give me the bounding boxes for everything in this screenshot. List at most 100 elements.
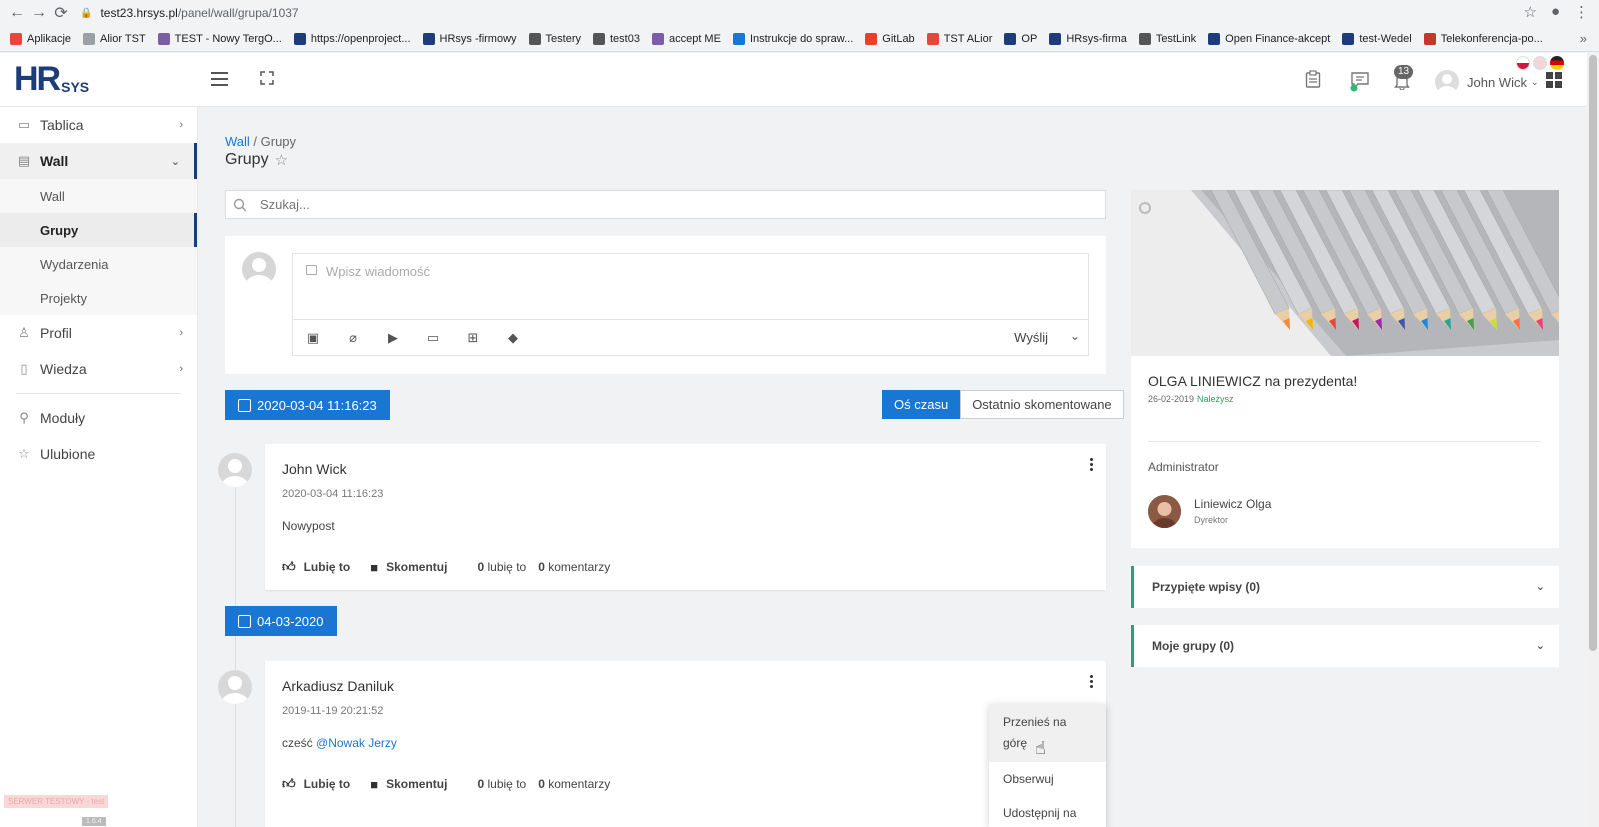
bookmark-label: Instrukcje do spraw...	[749, 32, 854, 45]
bookmark-item[interactable]: TST ALior	[926, 32, 993, 45]
image-icon[interactable]: ▣	[293, 330, 333, 346]
comment-button[interactable]: ■ Skomentuj	[370, 777, 447, 792]
app-header: HR SYS 13 John Wick ⌄	[0, 53, 1587, 107]
bookmark-item[interactable]: OP	[1004, 32, 1037, 45]
like-button[interactable]: 👍︎ Lubię to	[282, 776, 350, 792]
back-icon[interactable]: ←	[6, 4, 28, 22]
send-button[interactable]: Wyślij	[1014, 330, 1048, 345]
bookmark-item[interactable]: TEST - Nowy TergO...	[157, 32, 282, 45]
user-name: John Wick	[1467, 74, 1527, 90]
browser-toolbar: ← → ⟳ 🔒 test23.hrsys.pl/panel/wall/grupa…	[0, 0, 1599, 26]
more-options-icon[interactable]	[1090, 675, 1094, 690]
bookmark-star-icon[interactable]: ☆	[1523, 3, 1536, 21]
attachment-icon[interactable]: ⌀	[333, 330, 373, 346]
bookmark-label: TEST - Nowy TergO...	[174, 32, 282, 45]
sidebar-item-profil[interactable]: ♙ Profil ›	[0, 315, 197, 351]
sidebar-sub-grupy[interactable]: Grupy	[0, 213, 197, 247]
sidebar-sub-wydarzenia[interactable]: Wydarzenia	[0, 247, 197, 281]
page-scrollbar[interactable]	[1587, 53, 1599, 827]
post-author[interactable]: Arkadiusz Daniluk	[282, 678, 394, 694]
menu-item-follow[interactable]: Obserwuj	[989, 762, 1106, 796]
search-input[interactable]	[256, 197, 1056, 212]
bookmark-item[interactable]: TestLink	[1138, 32, 1197, 45]
bookmark-item[interactable]: GitLab	[865, 32, 915, 45]
user-icon: ♙	[18, 325, 30, 340]
comment-icon: ■	[370, 776, 379, 792]
search-icon	[233, 198, 247, 211]
sidebar-item-tablica[interactable]: ▭ Tablica ›	[0, 107, 197, 143]
divider	[1148, 441, 1541, 442]
sidebar-sub-wall[interactable]: Wall	[0, 179, 197, 213]
bookmark-item[interactable]: https://openproject...	[293, 32, 411, 45]
bookmark-item[interactable]: Telekonferencja-po...	[1423, 32, 1543, 45]
message-input[interactable]: Wpisz wiadomość	[292, 253, 1089, 319]
more-bookmarks-icon[interactable]: »	[1580, 31, 1587, 46]
sidebar-item-wiedza[interactable]: ▯ Wiedza ›	[0, 351, 197, 387]
fullscreen-icon[interactable]	[260, 71, 274, 85]
bookmark-item[interactable]: Instrukcje do spraw...	[732, 32, 854, 45]
clipboard-icon[interactable]	[1305, 70, 1321, 88]
more-options-icon[interactable]	[1090, 458, 1094, 473]
url-host: test23.hrsys.pl	[100, 6, 178, 20]
tag-icon[interactable]: ◆	[493, 330, 533, 346]
server-label: SERWER TESTOWY - test	[4, 795, 109, 808]
reload-icon[interactable]: ⟳	[50, 3, 72, 23]
sort-toggle: Oś czasu Ostatnio skomentowane	[882, 390, 1124, 419]
admin-avatar[interactable]	[1148, 495, 1181, 528]
bookmark-item[interactable]: Aplikacje	[10, 32, 72, 45]
breadcrumb-link-wall[interactable]: Wall	[225, 134, 250, 149]
bookmark-label: TST ALior	[943, 32, 993, 45]
bookmark-label: Aplikacje	[27, 32, 72, 45]
english-flag-icon[interactable]	[1533, 56, 1547, 70]
chevron-down-icon[interactable]: ⌄	[1070, 329, 1080, 343]
chat-icon[interactable]	[1349, 70, 1371, 92]
menu-toggle-icon[interactable]	[211, 72, 228, 90]
apps-grid-icon[interactable]	[1546, 72, 1562, 88]
scrollbar-thumb[interactable]	[1589, 55, 1597, 651]
accordion-pinned-posts[interactable]: Przypięte wpisy (0) ⌄	[1131, 566, 1559, 608]
bookmark-item[interactable]: test03	[593, 32, 640, 45]
browser-menu-icon[interactable]: ⋮	[1574, 3, 1589, 21]
admin-label: Administrator	[1148, 460, 1219, 474]
hrsys-logo[interactable]: HR SYS	[14, 62, 89, 96]
bookmark-item[interactable]: test-Wedel	[1342, 32, 1412, 45]
post-author[interactable]: John Wick	[282, 461, 347, 477]
german-flag-icon[interactable]	[1550, 56, 1564, 70]
mention-link[interactable]: @Nowak Jerzy	[316, 736, 397, 750]
bookmark-label: test03	[610, 32, 640, 45]
polish-flag-icon[interactable]	[1516, 56, 1530, 70]
menu-item-move-to-top[interactable]: Przenieś na górę	[989, 704, 1106, 762]
sort-timeline-button[interactable]: Oś czasu	[882, 390, 961, 419]
forward-icon[interactable]: →	[28, 4, 50, 22]
composer-toolbar: ▣ ⌀ ▶ ▭ ⊞ ◆ Wyślij ⌄	[292, 319, 1089, 356]
bookmark-item[interactable]: accept ME	[651, 32, 721, 45]
bars-icon	[1049, 32, 1062, 45]
add-gallery-icon[interactable]: ⊞	[453, 330, 493, 346]
bookmark-label: GitLab	[882, 32, 915, 45]
like-button[interactable]: 👍︎ Lubię to	[282, 559, 350, 575]
address-bar[interactable]: 🔒 test23.hrsys.pl/panel/wall/grupa/1037	[80, 6, 299, 20]
monitor-icon: ▭	[17, 117, 31, 132]
bookmark-item[interactable]: HRsys -firmowy	[422, 32, 517, 45]
bookmark-item[interactable]: HRsys-firma	[1049, 32, 1127, 45]
sidebar-item-wall[interactable]: ▤ Wall ⌄	[0, 143, 197, 179]
menu-item-share[interactable]: Udostępnij na	[989, 796, 1106, 827]
sidebar-item-moduly[interactable]: ⚲ Moduły	[0, 400, 197, 436]
accordion-my-groups[interactable]: Moje grupy (0) ⌄	[1131, 625, 1559, 667]
video-icon[interactable]: ▶	[373, 330, 413, 346]
bookmark-label: TestLink	[1155, 32, 1197, 45]
bookmark-item[interactable]: Open Finance-akcept	[1208, 32, 1330, 45]
profile-icon[interactable]: ●	[1551, 3, 1560, 21]
user-menu[interactable]: John Wick ⌄	[1435, 70, 1539, 94]
sidebar-sub-projekty[interactable]: Projekty	[0, 281, 197, 315]
bars-icon	[422, 32, 435, 45]
chevron-down-icon: ⌄	[1535, 581, 1545, 593]
comment-button[interactable]: ■ Skomentuj	[370, 560, 447, 575]
favorite-star-icon[interactable]: ☆	[275, 151, 288, 169]
bookmark-item[interactable]: Alior TST	[83, 32, 146, 45]
sort-recent-comments-button[interactable]: Ostatnio skomentowane	[960, 390, 1124, 419]
bookmark-item[interactable]: Testery	[528, 32, 581, 45]
card-icon[interactable]: ▭	[413, 330, 453, 346]
admin-name[interactable]: Liniewicz Olga	[1194, 497, 1271, 511]
sidebar-item-ulubione[interactable]: ☆ Ulubione	[0, 436, 197, 472]
